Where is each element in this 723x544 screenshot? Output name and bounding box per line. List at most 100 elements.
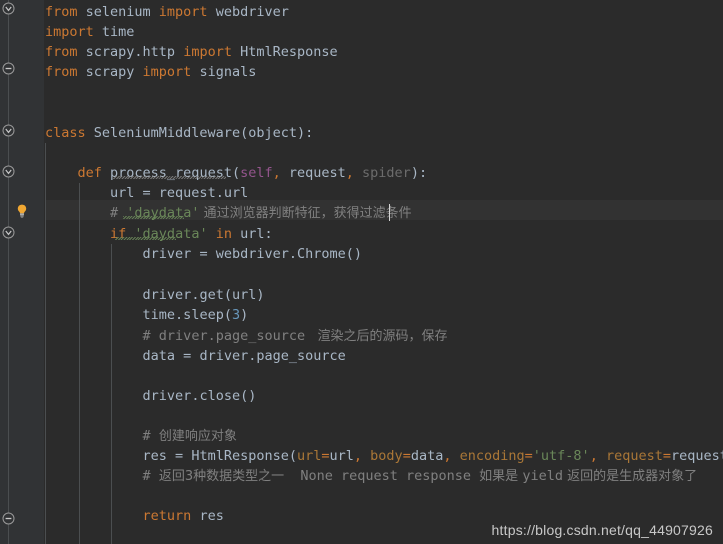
intention-lightbulb-icon[interactable] bbox=[14, 203, 30, 219]
code-line-1[interactable]: from selenium import webdriver bbox=[45, 2, 289, 22]
token-comma: , bbox=[272, 165, 289, 181]
spellcheck-squiggle-process-request bbox=[113, 176, 226, 179]
token-kwarg-url: url bbox=[296, 448, 322, 464]
token-var-url: url: bbox=[231, 226, 273, 242]
token-comment-cjk: 通过浏览器判断特征，获得过滤条件 bbox=[199, 206, 412, 221]
token-name-htmlresponse: HtmlResponse bbox=[231, 44, 338, 60]
token-comment-hash: # bbox=[142, 428, 159, 444]
fold-marker-expanded-if[interactable] bbox=[2, 226, 15, 239]
code-line-22[interactable]: # 创建响应对象 bbox=[45, 426, 237, 446]
token-string-utf8: 'utf-8' bbox=[532, 448, 590, 464]
code-line-7[interactable]: class SeleniumMiddleware(object): bbox=[45, 123, 313, 143]
token-name-signals: signals bbox=[191, 64, 257, 80]
fold-marker-expanded-method[interactable] bbox=[2, 165, 15, 178]
token-kwarg-request: request bbox=[605, 448, 663, 464]
fold-marker-expanded-imports[interactable] bbox=[2, 2, 15, 15]
token-paren-close: ) bbox=[240, 307, 249, 323]
token-call-driver-close: driver.close() bbox=[142, 388, 257, 404]
code-line-17[interactable]: # driver.page_source 渲染之后的源码，保存 bbox=[45, 326, 448, 346]
token-keyword-import: import bbox=[183, 44, 232, 60]
token-comment-page-source: # driver.page_source bbox=[142, 328, 306, 344]
token-keyword-from: from bbox=[45, 44, 78, 60]
token-comma: , bbox=[353, 448, 371, 464]
code-line-16[interactable]: time.sleep(3) bbox=[45, 305, 249, 325]
code-line-13[interactable]: driver = webdriver.Chrome() bbox=[45, 244, 362, 264]
token-keyword-from: from bbox=[45, 4, 78, 20]
token-class-name: SeleniumMiddleware(object): bbox=[85, 125, 314, 141]
token-var-res: res bbox=[191, 508, 224, 524]
token-comma: , bbox=[589, 448, 606, 464]
token-param-spider-unused: spider bbox=[362, 165, 411, 181]
text-caret bbox=[389, 204, 390, 221]
token-module-scrapy-http: scrapy.http bbox=[77, 44, 184, 60]
code-line-20[interactable]: driver.close() bbox=[45, 386, 257, 406]
token-kwarg-encoding: encoding bbox=[459, 448, 525, 464]
fold-rail bbox=[8, 0, 9, 544]
csdn-watermark: https://blog.csdn.net/qq_44907926 bbox=[491, 522, 713, 538]
token-comment-cjk-1: 返回3种数据类型之一 bbox=[158, 469, 285, 484]
token-comment-cjk-3: 返回的是生成器对象了 bbox=[562, 469, 698, 484]
token-keyword-import: import bbox=[142, 64, 192, 80]
code-line-3[interactable]: from scrapy.http import HtmlResponse bbox=[45, 42, 338, 62]
code-area[interactable]: from selenium import webdriver import ti… bbox=[45, 0, 723, 544]
fold-marker-collapse-imports[interactable] bbox=[2, 62, 15, 75]
token-call-driver-get: driver.get(url) bbox=[142, 287, 265, 303]
token-equals: = bbox=[321, 448, 330, 464]
token-equals: = bbox=[524, 448, 533, 464]
token-comment-yield: yield bbox=[522, 468, 563, 484]
code-line-15[interactable]: driver.get(url) bbox=[45, 285, 265, 305]
code-line-11[interactable]: # 'daydata' 通过浏览器判断特征，获得过滤条件 bbox=[45, 203, 412, 223]
token-keyword-def: def bbox=[77, 165, 102, 181]
token-keyword-from: from bbox=[45, 64, 78, 80]
token-param-request: request bbox=[288, 165, 346, 181]
spellcheck-squiggle-daydata-comment bbox=[123, 216, 184, 219]
token-assign-driver-chrome: driver = webdriver.Chrome() bbox=[142, 246, 362, 262]
code-line-26[interactable]: return res bbox=[45, 506, 224, 526]
token-keyword-import: import bbox=[45, 24, 94, 40]
token-comment-hash: # bbox=[142, 468, 159, 484]
token-kwarg-body: body bbox=[370, 448, 403, 464]
code-line-18[interactable]: data = driver.page_source bbox=[45, 346, 346, 366]
token-value-url: url bbox=[329, 448, 354, 464]
token-keyword-import: import bbox=[158, 4, 208, 20]
token-module-scrapy: scrapy bbox=[77, 64, 143, 80]
token-comma: , bbox=[443, 448, 460, 464]
token-call-time-sleep: time.sleep( bbox=[142, 307, 232, 323]
token-equals: = bbox=[662, 448, 671, 464]
token-assign-data: data = driver.page_source bbox=[142, 348, 346, 364]
code-line-23[interactable]: res = HtmlResponse(url=url, body=data, e… bbox=[45, 446, 723, 466]
token-value-data: data bbox=[410, 448, 444, 464]
token-keyword-class: class bbox=[45, 125, 86, 141]
token-paren-open: ( bbox=[231, 165, 241, 181]
code-line-2[interactable]: import time bbox=[45, 22, 134, 42]
fold-marker-expanded-class[interactable] bbox=[2, 124, 15, 137]
token-name-time: time bbox=[93, 24, 135, 40]
token-number-3: 3 bbox=[231, 307, 241, 323]
code-editor[interactable]: from selenium import webdriver import ti… bbox=[0, 0, 723, 544]
code-line-10[interactable]: url = request.url bbox=[45, 183, 248, 203]
token-comma: , bbox=[345, 165, 363, 181]
token-keyword-return: return bbox=[142, 508, 192, 524]
code-line-9[interactable]: def process_request(self, request, spide… bbox=[45, 163, 428, 183]
code-line-24[interactable]: # 返回3种数据类型之一 None request response 如果是 y… bbox=[45, 466, 698, 486]
fold-marker-collapse-bottom[interactable] bbox=[2, 512, 15, 525]
code-line-12[interactable]: if 'daydata' in url: bbox=[45, 224, 273, 244]
token-paren-close: ): bbox=[410, 165, 428, 181]
code-line-4[interactable]: from scrapy import signals bbox=[45, 62, 256, 82]
editor-gutter[interactable] bbox=[0, 0, 45, 544]
token-keyword-in: in bbox=[215, 226, 232, 242]
token-comment-cjk: 渲染之后的源码，保存 bbox=[305, 329, 448, 344]
token-assign-url: url = request.url bbox=[110, 185, 249, 201]
